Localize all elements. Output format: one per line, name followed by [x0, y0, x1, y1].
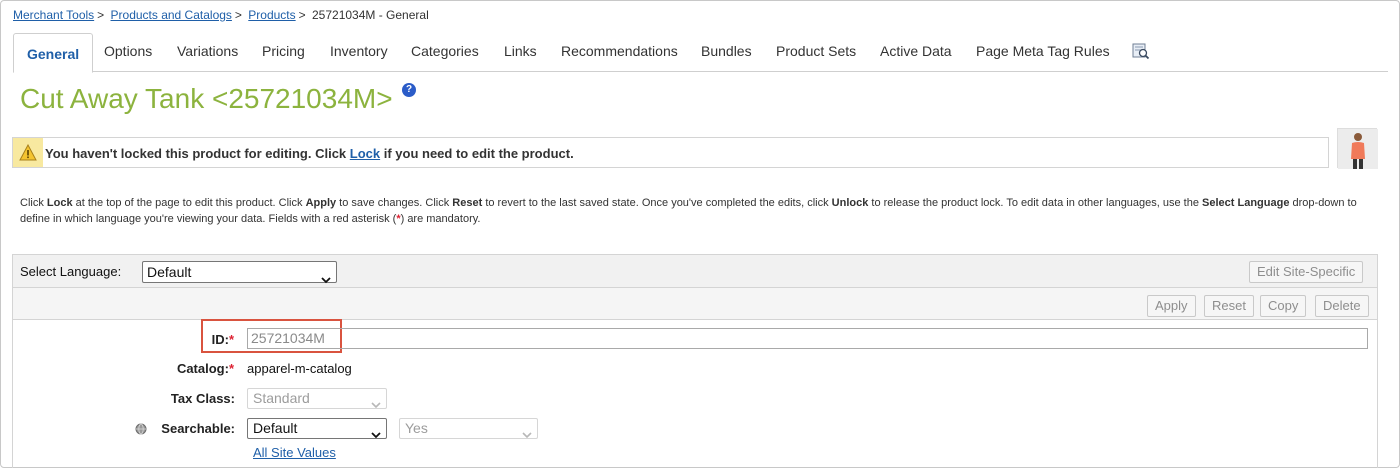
all-site-values-link[interactable]: All Site Values	[253, 445, 336, 460]
breadcrumb-separator: >	[234, 8, 242, 22]
tax-class-label: Tax Class:	[170, 391, 235, 406]
instructions-part: to release the product lock. To edit dat…	[868, 197, 1203, 209]
instructions-part: to save changes. Click	[336, 197, 453, 209]
breadcrumb-current: 25721034M - General	[312, 8, 429, 22]
help-icon[interactable]: ?	[402, 83, 416, 97]
chevron-down-icon	[522, 425, 532, 444]
searchable-secondary-value: Yes	[405, 420, 428, 436]
breadcrumb-products-and-catalogs[interactable]: Products and Catalogs	[111, 8, 232, 22]
apply-button[interactable]: Apply	[1147, 295, 1196, 317]
warning-text-after: if you need to edit the product.	[380, 146, 574, 161]
language-select[interactable]: Default	[142, 261, 337, 284]
tab-bundles[interactable]: Bundles	[701, 33, 752, 72]
tab-links[interactable]: Links	[504, 33, 537, 72]
instructions-part: at the top of the page to edit this prod…	[72, 197, 306, 209]
language-toolbar: Select Language: Default Edit Site-Speci…	[12, 254, 1378, 288]
tab-recommendations[interactable]: Recommendations	[561, 33, 678, 72]
tab-active-data[interactable]: Active Data	[880, 33, 952, 72]
breadcrumb-merchant-tools[interactable]: Merchant Tools	[13, 8, 94, 22]
instructions-bold: Lock	[46, 197, 73, 209]
breadcrumb-products[interactable]: Products	[248, 8, 295, 22]
tab-bar: General Options Variations Pricing Inven…	[13, 33, 1388, 73]
edit-site-specific-button[interactable]: Edit Site-Specific	[1249, 261, 1364, 283]
chevron-down-icon	[321, 269, 331, 289]
tab-options[interactable]: Options	[104, 33, 152, 72]
tab-page-meta-tag-rules[interactable]: Page Meta Tag Rules	[976, 33, 1110, 72]
breadcrumb-separator: >	[298, 8, 306, 22]
tab-categories[interactable]: Categories	[411, 33, 479, 72]
instructions-part: Click	[20, 197, 47, 209]
instructions-part: ) are mandatory.	[400, 213, 481, 225]
tab-inventory[interactable]: Inventory	[330, 33, 388, 72]
preview-search-icon[interactable]	[1132, 42, 1150, 65]
product-thumbnail[interactable]	[1337, 128, 1378, 169]
breadcrumb-separator: >	[97, 8, 105, 22]
tab-pricing[interactable]: Pricing	[262, 33, 305, 72]
tab-variations[interactable]: Variations	[177, 33, 238, 72]
instructions-bold: Reset	[452, 197, 483, 209]
delete-button[interactable]: Delete	[1315, 295, 1369, 317]
action-bar: Apply Reset Copy Delete	[12, 288, 1378, 320]
id-label-text: ID:	[211, 332, 229, 347]
id-field[interactable]: 25721034M	[247, 328, 1368, 349]
searchable-select[interactable]: Default	[247, 418, 387, 439]
warning-text-before: You haven't locked this product for edit…	[45, 146, 350, 161]
searchable-label: Searchable:	[161, 421, 235, 436]
instructions-text: Click Lock at the top of the page to edi…	[20, 195, 1380, 227]
chevron-down-icon	[371, 395, 381, 414]
language-select-value: Default	[147, 264, 192, 280]
catalog-label-text: Catalog:	[176, 361, 229, 376]
searchable-value: Default	[253, 420, 298, 436]
searchable-secondary-select[interactable]: Yes	[399, 418, 538, 439]
select-language-label: Select Language:	[20, 264, 122, 279]
page-title: Cut Away Tank <25721034M>	[20, 83, 393, 114]
required-asterisk: *	[228, 332, 234, 347]
lock-link[interactable]: Lock	[350, 146, 380, 161]
catalog-label: Catalog:*	[150, 361, 234, 376]
tax-class-value: Standard	[253, 390, 310, 406]
warning-icon	[19, 143, 37, 166]
lock-warning-banner: You haven't locked this product for edit…	[12, 137, 1329, 168]
tab-general[interactable]: General	[13, 33, 94, 73]
catalog-value: apparel-m-catalog	[247, 361, 352, 376]
instructions-bold: Select Language	[1202, 197, 1290, 209]
required-asterisk: *	[228, 361, 234, 376]
instructions-bold: Apply	[305, 197, 337, 209]
warning-message: You haven't locked this product for edit…	[45, 146, 574, 161]
instructions-part: to revert to the last saved state. Once …	[482, 197, 832, 209]
breadcrumb: Merchant Tools > Products and Catalogs > P…	[13, 8, 429, 22]
site-specific-icon	[135, 422, 147, 440]
chevron-down-icon	[371, 425, 381, 444]
tax-class-select[interactable]: Standard	[247, 388, 387, 409]
instructions-bold: Unlock	[831, 197, 869, 209]
id-label: ID:*	[170, 332, 234, 347]
copy-button[interactable]: Copy	[1260, 295, 1307, 317]
reset-button[interactable]: Reset	[1204, 295, 1254, 317]
tab-product-sets[interactable]: Product Sets	[776, 33, 856, 72]
